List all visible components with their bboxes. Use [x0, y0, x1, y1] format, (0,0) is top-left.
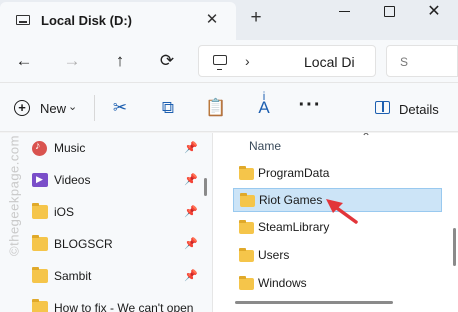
file-row-users[interactable]: Users	[233, 244, 442, 268]
more-options-icon[interactable]: ···	[296, 94, 324, 116]
sidebar-item-how-to-fix[interactable]: How to fix - We can't open	[0, 293, 200, 312]
breadcrumb-separator-icon[interactable]: ›	[245, 53, 250, 69]
vertical-scrollbar[interactable]	[453, 228, 456, 266]
maximize-button[interactable]	[367, 0, 411, 26]
sidebar-item-ios[interactable]: iOS 📌	[0, 197, 200, 229]
rename-icon[interactable]: Aͥ	[253, 97, 275, 119]
file-name: Windows	[258, 276, 307, 290]
close-tab-icon[interactable]: ✕	[202, 9, 222, 31]
sort-ascending-icon[interactable]: ⌃	[361, 133, 371, 144]
new-tab-button[interactable]: +	[246, 7, 266, 29]
close-window-button[interactable]: ✕	[412, 0, 456, 26]
command-bar: + New ⌄ ✂ ⧉ 📋 Aͥ ··· Details	[0, 82, 458, 132]
file-name: SteamLibrary	[258, 220, 330, 234]
music-icon	[32, 140, 47, 156]
chevron-down-icon: ⌄	[68, 101, 78, 113]
pin-icon: 📌	[184, 142, 198, 154]
tab-local-disk[interactable]: Local Disk (D:) ✕	[0, 2, 236, 40]
watermark: ©thegeekpage.com	[6, 135, 22, 256]
sidebar-item-label: Videos	[54, 173, 91, 187]
folder-icon	[239, 220, 254, 234]
sidebar-item-label: Sambit	[54, 269, 92, 283]
search-input[interactable]: S	[386, 45, 458, 77]
sidebar-item-blogscr[interactable]: BLOGSCR 📌	[0, 229, 200, 261]
sidebar-item-label: iOS	[54, 205, 75, 219]
pin-icon: 📌	[184, 206, 198, 218]
address-bar[interactable]: › Local Di	[198, 45, 376, 77]
folder-icon	[32, 203, 48, 219]
this-pc-icon[interactable]	[213, 55, 227, 70]
sidebar-item-label: Music	[54, 141, 86, 155]
copy-icon[interactable]: ⧉	[157, 97, 179, 119]
file-row-programdata[interactable]: ProgramData	[233, 162, 442, 186]
folder-icon	[32, 235, 48, 251]
folder-icon	[240, 193, 255, 207]
new-label: New	[40, 101, 67, 116]
folder-icon	[239, 166, 254, 180]
file-row-steamlibrary[interactable]: SteamLibrary	[233, 216, 442, 240]
folder-icon	[32, 299, 48, 312]
sidebar-item-music[interactable]: Music 📌	[0, 133, 200, 165]
sidebar-item-videos[interactable]: Videos 📌	[0, 165, 200, 197]
title-bar: Local Disk (D:) ✕ + ✕	[0, 0, 458, 40]
forward-button[interactable]: →	[58, 48, 86, 74]
breadcrumb-local-disk[interactable]: Local Di	[304, 54, 355, 70]
plus-icon: +	[14, 100, 30, 116]
folder-icon	[32, 267, 48, 283]
details-label: Details	[399, 102, 439, 117]
divider	[94, 95, 95, 121]
minimize-button[interactable]	[323, 0, 367, 26]
folder-icon	[239, 276, 254, 290]
videos-icon	[32, 173, 48, 187]
sidebar-item-sambit[interactable]: Sambit 📌	[0, 261, 200, 293]
pin-icon: 📌	[184, 238, 198, 250]
search-placeholder: S	[400, 55, 409, 69]
sidebar-item-label: BLOGSCR	[54, 237, 113, 251]
drive-icon	[16, 15, 30, 25]
file-row-windows[interactable]: Windows	[233, 272, 442, 296]
tab-title: Local Disk (D:)	[41, 13, 133, 28]
pin-icon: 📌	[184, 270, 198, 282]
navigation-pane: Music 📌 Videos 📌 iOS 📌 BLOGSCR 📌 Sambit …	[0, 133, 212, 312]
refresh-button[interactable]: ⟳	[153, 48, 181, 74]
file-row-riot-games[interactable]: Riot Games	[233, 188, 442, 212]
folder-icon	[239, 248, 254, 262]
navigation-scrollbar[interactable]	[204, 178, 207, 196]
back-button[interactable]: ←	[10, 48, 38, 74]
paste-icon[interactable]: 📋	[205, 97, 227, 119]
cut-icon[interactable]: ✂	[109, 97, 131, 119]
navigation-bar: ← → ↑ ⟳ › Local Di S	[0, 40, 458, 82]
file-name: ProgramData	[258, 166, 330, 180]
file-list-pane: ⌃ Name ProgramData Riot Games SteamLibra…	[212, 133, 458, 312]
pin-icon: 📌	[184, 174, 198, 186]
file-name: Riot Games	[259, 193, 323, 207]
file-name: Users	[258, 248, 290, 262]
column-header-name[interactable]: Name	[249, 139, 281, 153]
details-pane-icon	[375, 101, 390, 114]
horizontal-scrollbar[interactable]	[235, 301, 393, 304]
sidebar-item-label: How to fix - We can't open	[54, 301, 194, 312]
up-button[interactable]: ↑	[106, 48, 134, 74]
